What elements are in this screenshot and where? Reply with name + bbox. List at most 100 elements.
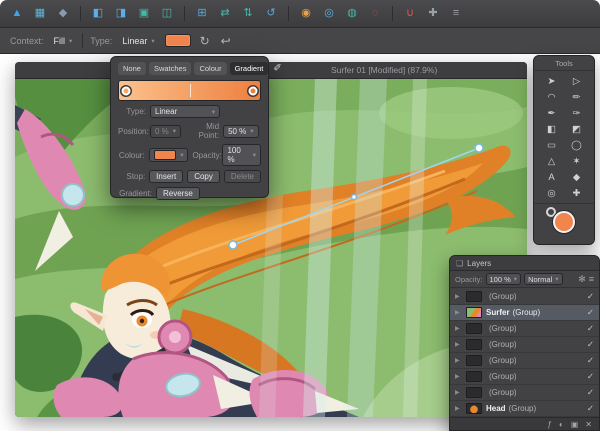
chevron-down-icon: ▾ — [151, 37, 154, 45]
insert-stop-button[interactable]: Insert — [149, 170, 183, 183]
boolean-subtract-icon[interactable]: ◎ — [321, 6, 337, 22]
stop-colour-select[interactable]: ▾ — [149, 148, 189, 162]
disclosure-icon[interactable]: ▶ — [455, 373, 462, 380]
effects-icon[interactable]: ƒ — [547, 420, 551, 429]
pixel-persona-icon[interactable]: ▦ — [32, 6, 48, 22]
blend-mode-select[interactable]: Normal ▾ — [524, 273, 562, 285]
copy-stop-button[interactable]: Copy — [187, 170, 220, 183]
transparency-tool[interactable]: ◩ — [564, 121, 589, 137]
gradient-stop-end[interactable] — [248, 86, 257, 95]
triangle-tool[interactable]: △ — [539, 153, 564, 169]
layer-row[interactable]: ▶ (Group) ✓ — [450, 385, 599, 401]
mask-icon[interactable]: ◐ — [559, 420, 564, 429]
visibility-check-icon[interactable]: ✓ — [587, 291, 594, 302]
gradient-midpoint-marker[interactable] — [190, 84, 191, 97]
tab-none[interactable]: None — [118, 62, 146, 75]
disclosure-icon[interactable]: ▶ — [455, 405, 462, 412]
layer-row-selected[interactable]: ▶ Surfer(Group) ✓ — [450, 305, 599, 321]
layer-row[interactable]: ▶ (Group) ✓ — [450, 353, 599, 369]
visibility-check-icon[interactable]: ✓ — [587, 339, 594, 350]
boolean-add-icon[interactable]: ◉ — [298, 6, 314, 22]
disclosure-icon[interactable]: ▶ — [455, 341, 462, 348]
layer-row[interactable]: ▶ (Group) ✓ — [450, 289, 599, 305]
layer-row[interactable]: ▶ Head(Group) ✓ — [450, 401, 599, 417]
disclosure-icon[interactable]: ▶ — [455, 325, 462, 332]
export-persona-icon[interactable]: ◆ — [55, 6, 71, 22]
reverse-gradient-button[interactable]: Reverse — [156, 187, 200, 200]
align-icon[interactable]: ⊞ — [194, 6, 210, 22]
text-tool[interactable]: A — [539, 169, 564, 185]
transform-icon[interactable]: ✚ — [425, 6, 441, 22]
layer-row[interactable]: ▶ (Group) ✓ — [450, 369, 599, 385]
stop-opacity-value: 100 % — [227, 146, 248, 164]
chevron-down-icon: ▾ — [180, 151, 183, 159]
disclosure-icon[interactable]: ▶ — [455, 309, 462, 316]
boolean-intersect-icon[interactable]: ◍ — [344, 6, 360, 22]
layer-opacity-select[interactable]: 100 % ▾ — [486, 273, 522, 285]
disclosure-icon[interactable]: ▶ — [455, 293, 462, 300]
layer-settings-icon[interactable]: ✻ — [578, 274, 586, 285]
gradient-type-select[interactable]: Linear ▾ — [150, 105, 220, 118]
layer-thumbnail — [466, 339, 482, 350]
new-layer-icon[interactable]: ▣ — [571, 420, 579, 429]
panel-menu-icon[interactable]: ≡ — [589, 274, 594, 284]
type-label: Type: — [90, 36, 112, 46]
toolbar-separator — [392, 6, 393, 21]
layer-row[interactable]: ▶ (Group) ✓ — [450, 337, 599, 353]
delete-stop-button[interactable]: Delete — [224, 170, 261, 183]
gradient-type-dropdown[interactable]: Linear ▾ — [119, 34, 157, 48]
reverse-gradient-icon[interactable]: ↩ — [219, 34, 233, 48]
chevron-down-icon: ▾ — [173, 127, 176, 135]
visibility-check-icon[interactable]: ✓ — [587, 387, 594, 398]
pencil-tool[interactable]: ✏ — [564, 89, 589, 105]
move-tool[interactable]: ➤ — [539, 73, 564, 89]
visibility-check-icon[interactable]: ✓ — [587, 403, 594, 414]
gradient-editor-bar[interactable] — [118, 80, 261, 101]
fill-tool[interactable]: ◧ — [539, 121, 564, 137]
layer-row[interactable]: ▶ (Group) ✓ — [450, 321, 599, 337]
disclosure-icon[interactable]: ▶ — [455, 357, 462, 364]
preferences-icon[interactable]: ≡ — [448, 6, 464, 22]
gradient-stop-start[interactable] — [122, 86, 131, 95]
flip-horizontal-icon[interactable]: ⇄ — [217, 6, 233, 22]
stop-opacity-select[interactable]: 100 % ▾ — [222, 144, 261, 166]
fill-colour-circle[interactable] — [553, 211, 575, 233]
visibility-check-icon[interactable]: ✓ — [587, 355, 594, 366]
ellipse-tool[interactable]: ◯ — [564, 137, 589, 153]
boolean-divide-icon[interactable]: ◌ — [367, 6, 383, 22]
colour-picker-tool[interactable]: ◆ — [564, 169, 589, 185]
snapping-icon[interactable]: ∪ — [402, 6, 418, 22]
layer-thumbnail — [466, 307, 482, 318]
group-icon[interactable]: ▣ — [136, 6, 152, 22]
midpoint-select[interactable]: 50 % ▾ — [223, 125, 259, 138]
view-tool[interactable]: ✚ — [564, 185, 589, 201]
visibility-check-icon[interactable]: ✓ — [587, 323, 594, 334]
visibility-check-icon[interactable]: ✓ — [587, 307, 594, 318]
rotate-gradient-icon[interactable]: ↻ — [198, 34, 212, 48]
eyedropper-icon[interactable]: ✐ — [273, 63, 281, 74]
ungroup-icon[interactable]: ◫ — [159, 6, 175, 22]
top-toolbar: ▲ ▦ ◆ ◧ ◨ ▣ ◫ ⊞ ⇄ ⇅ ↺ ◉ ◎ ◍ ◌ ∪ ✚ ≡ — [0, 0, 600, 28]
tab-colour[interactable]: Colour — [194, 62, 226, 75]
insert-behind-icon[interactable]: ◨ — [113, 6, 129, 22]
visibility-check-icon[interactable]: ✓ — [587, 371, 594, 382]
disclosure-icon[interactable]: ▶ — [455, 389, 462, 396]
layer-opacity-label: Opacity: — [455, 275, 483, 284]
rotate-icon[interactable]: ↺ — [263, 6, 279, 22]
insert-inside-icon[interactable]: ◧ — [90, 6, 106, 22]
designer-persona-icon[interactable]: ▲ — [9, 6, 25, 22]
corner-tool[interactable]: ◠ — [539, 89, 564, 105]
tab-swatches[interactable]: Swatches — [149, 62, 192, 75]
context-dropdown[interactable]: Fill ▾ — [51, 34, 76, 48]
rectangle-tool[interactable]: ▭ — [539, 137, 564, 153]
flip-vertical-icon[interactable]: ⇅ — [240, 6, 256, 22]
fill-colour-swatch[interactable] — [165, 34, 191, 47]
node-tool[interactable]: ▷ — [564, 73, 589, 89]
tab-gradient[interactable]: Gradient — [230, 62, 269, 75]
chevron-down-icon: ▾ — [212, 108, 215, 116]
brush-tool[interactable]: ✑ — [564, 105, 589, 121]
star-tool[interactable]: ✶ — [564, 153, 589, 169]
pen-tool[interactable]: ✒ — [539, 105, 564, 121]
delete-layer-icon[interactable]: ✕ — [585, 420, 592, 429]
zoom-tool[interactable]: ◎ — [539, 185, 564, 201]
